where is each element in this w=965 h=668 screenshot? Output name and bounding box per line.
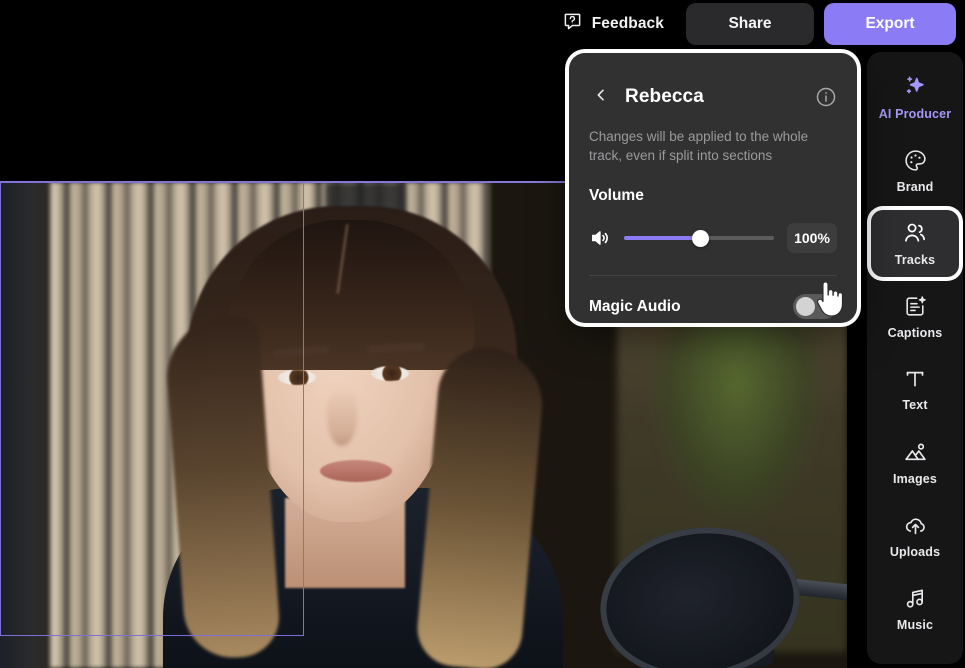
sidebar-item-captions[interactable]: Captions	[871, 283, 959, 350]
video-left-wall	[0, 182, 56, 668]
sidebar-label-uploads: Uploads	[889, 544, 941, 559]
subject-eye-right	[371, 366, 409, 381]
subject-nose	[327, 388, 357, 446]
help-message-icon	[563, 12, 582, 36]
palette-icon	[903, 148, 928, 173]
cloud-upload-icon	[903, 513, 928, 538]
share-button[interactable]: Share	[686, 3, 814, 45]
top-toolbar: Feedback Share Export	[0, 0, 965, 48]
panel-divider	[589, 275, 837, 276]
volume-slider-fill	[624, 236, 701, 240]
captions-sparkle-icon	[903, 294, 928, 319]
feedback-button[interactable]: Feedback	[553, 6, 674, 42]
magic-audio-toggle[interactable]	[793, 294, 837, 319]
subject-eye-left	[278, 370, 316, 385]
volume-speaker-icon	[589, 227, 611, 249]
back-button[interactable]	[589, 85, 613, 109]
volume-control-row: 100%	[589, 223, 837, 253]
panel-header: Rebecca	[589, 53, 837, 125]
sparkle-icon	[902, 74, 928, 100]
text-t-icon	[903, 367, 927, 391]
sidebar-item-uploads[interactable]: Uploads	[871, 502, 959, 569]
volume-slider[interactable]	[624, 229, 774, 247]
sidebar-label-music: Music	[896, 617, 934, 632]
sidebar-label-ai-producer: AI Producer	[878, 107, 952, 121]
info-button[interactable]	[815, 86, 837, 108]
sidebar-label-images: Images	[893, 471, 937, 486]
sidebar-label-tracks: Tracks	[894, 253, 936, 267]
sidebar-label-text: Text	[902, 398, 928, 412]
magic-audio-label: Magic Audio	[589, 297, 681, 315]
sidebar-label-captions: Captions	[887, 325, 943, 340]
volume-section-title: Volume	[589, 187, 644, 204]
volume-slider-thumb[interactable]	[692, 229, 709, 247]
sidebar-item-music[interactable]: Music	[871, 575, 959, 642]
track-settings-panel: Rebecca Changes will be applied to the w…	[569, 53, 857, 323]
people-icon	[902, 220, 928, 246]
subject-lips	[320, 460, 392, 482]
chevron-left-icon	[593, 87, 609, 108]
editor-window: Feedback Share Export Rebecca Changes wi…	[0, 0, 965, 668]
sidebar-label-brand: Brand	[896, 179, 934, 194]
magic-audio-toggle-knob	[796, 297, 815, 316]
volume-value-field[interactable]: 100%	[787, 223, 837, 253]
right-tool-sidebar: AI Producer Brand Tracks Captions Text I…	[867, 52, 963, 664]
info-circle-icon	[815, 87, 837, 112]
sidebar-item-tracks[interactable]: Tracks	[871, 210, 959, 277]
feedback-label: Feedback	[591, 15, 664, 32]
sidebar-item-images[interactable]: Images	[871, 429, 959, 496]
sidebar-item-brand[interactable]: Brand	[871, 137, 959, 204]
image-mountain-icon	[903, 440, 928, 465]
export-button[interactable]: Export	[824, 3, 956, 45]
panel-title: Rebecca	[625, 86, 704, 107]
sidebar-item-ai-producer[interactable]: AI Producer	[871, 64, 959, 131]
panel-description: Changes will be applied to the whole tra…	[589, 129, 809, 163]
sidebar-item-text[interactable]: Text	[871, 356, 959, 423]
magic-audio-row: Magic Audio	[589, 294, 837, 319]
music-note-icon	[903, 586, 928, 611]
